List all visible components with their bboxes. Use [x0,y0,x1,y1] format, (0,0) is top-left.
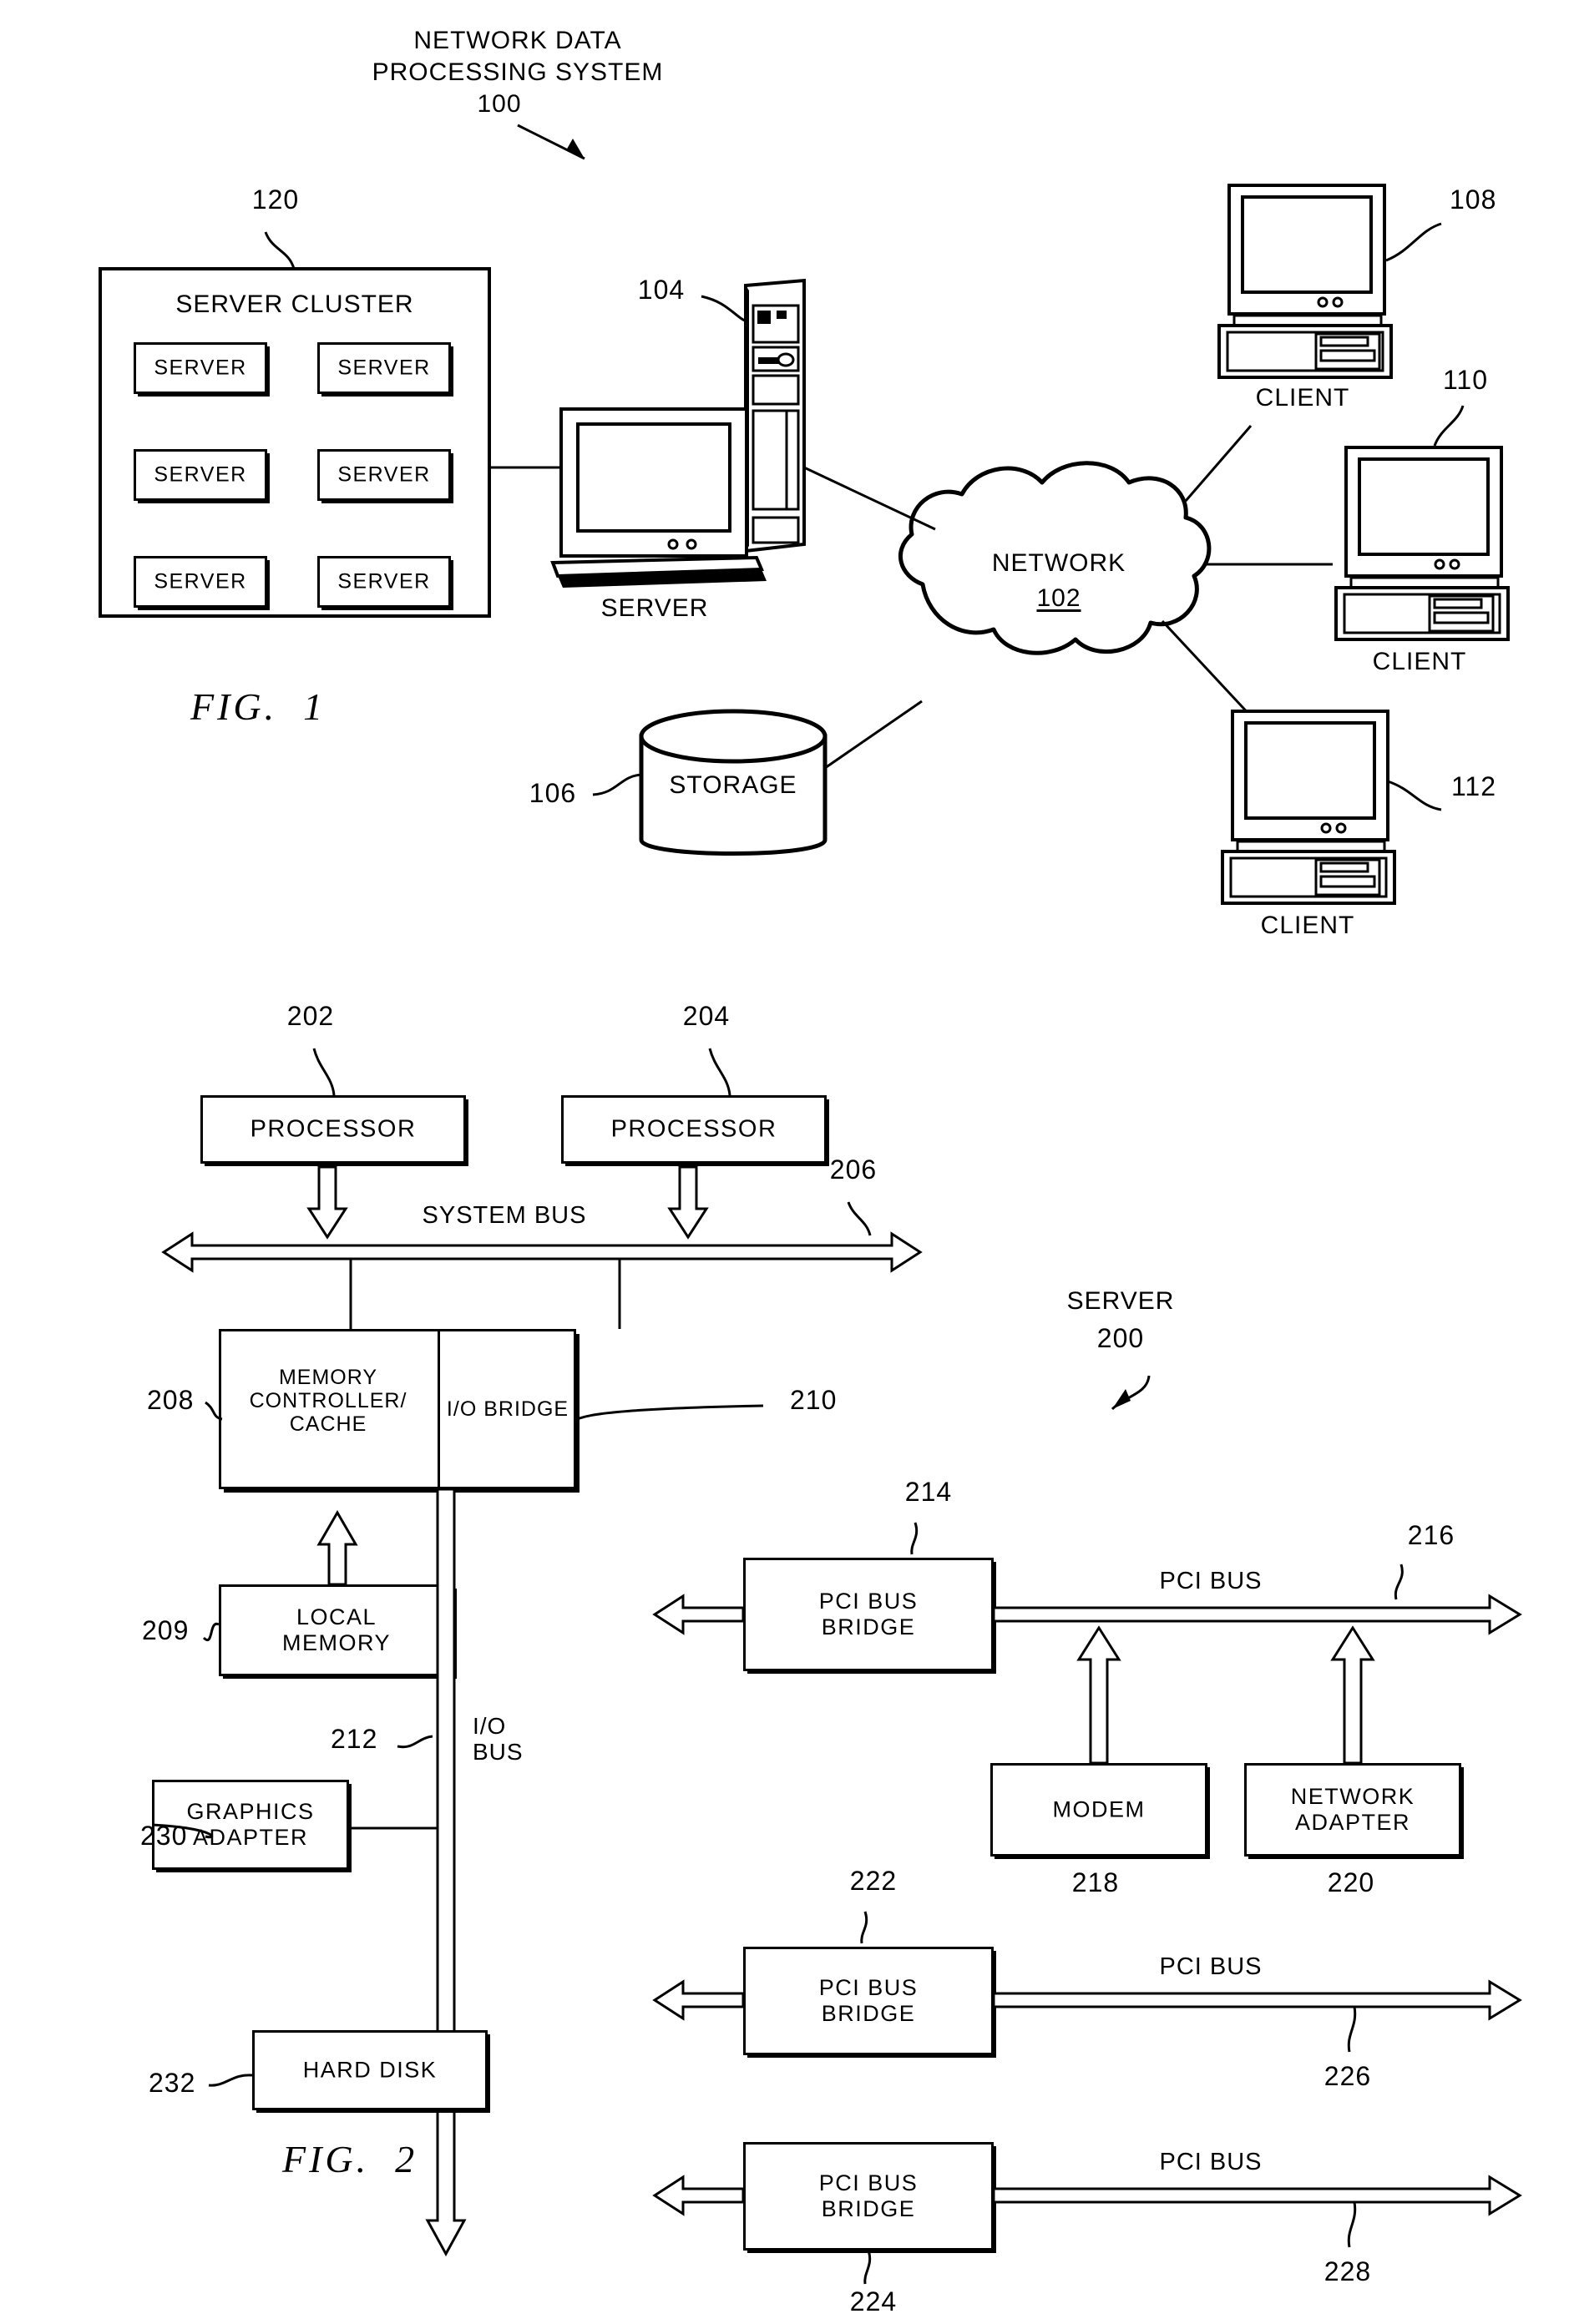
pci-bridge-224-reference: 224 [849,2286,898,2316]
pci-bus-228-label: PCI BUS [1159,2149,1263,2175]
pci-bus-228-arrow [652,2175,1522,2285]
pci-bus-228-reference: 228 [1324,2256,1372,2286]
